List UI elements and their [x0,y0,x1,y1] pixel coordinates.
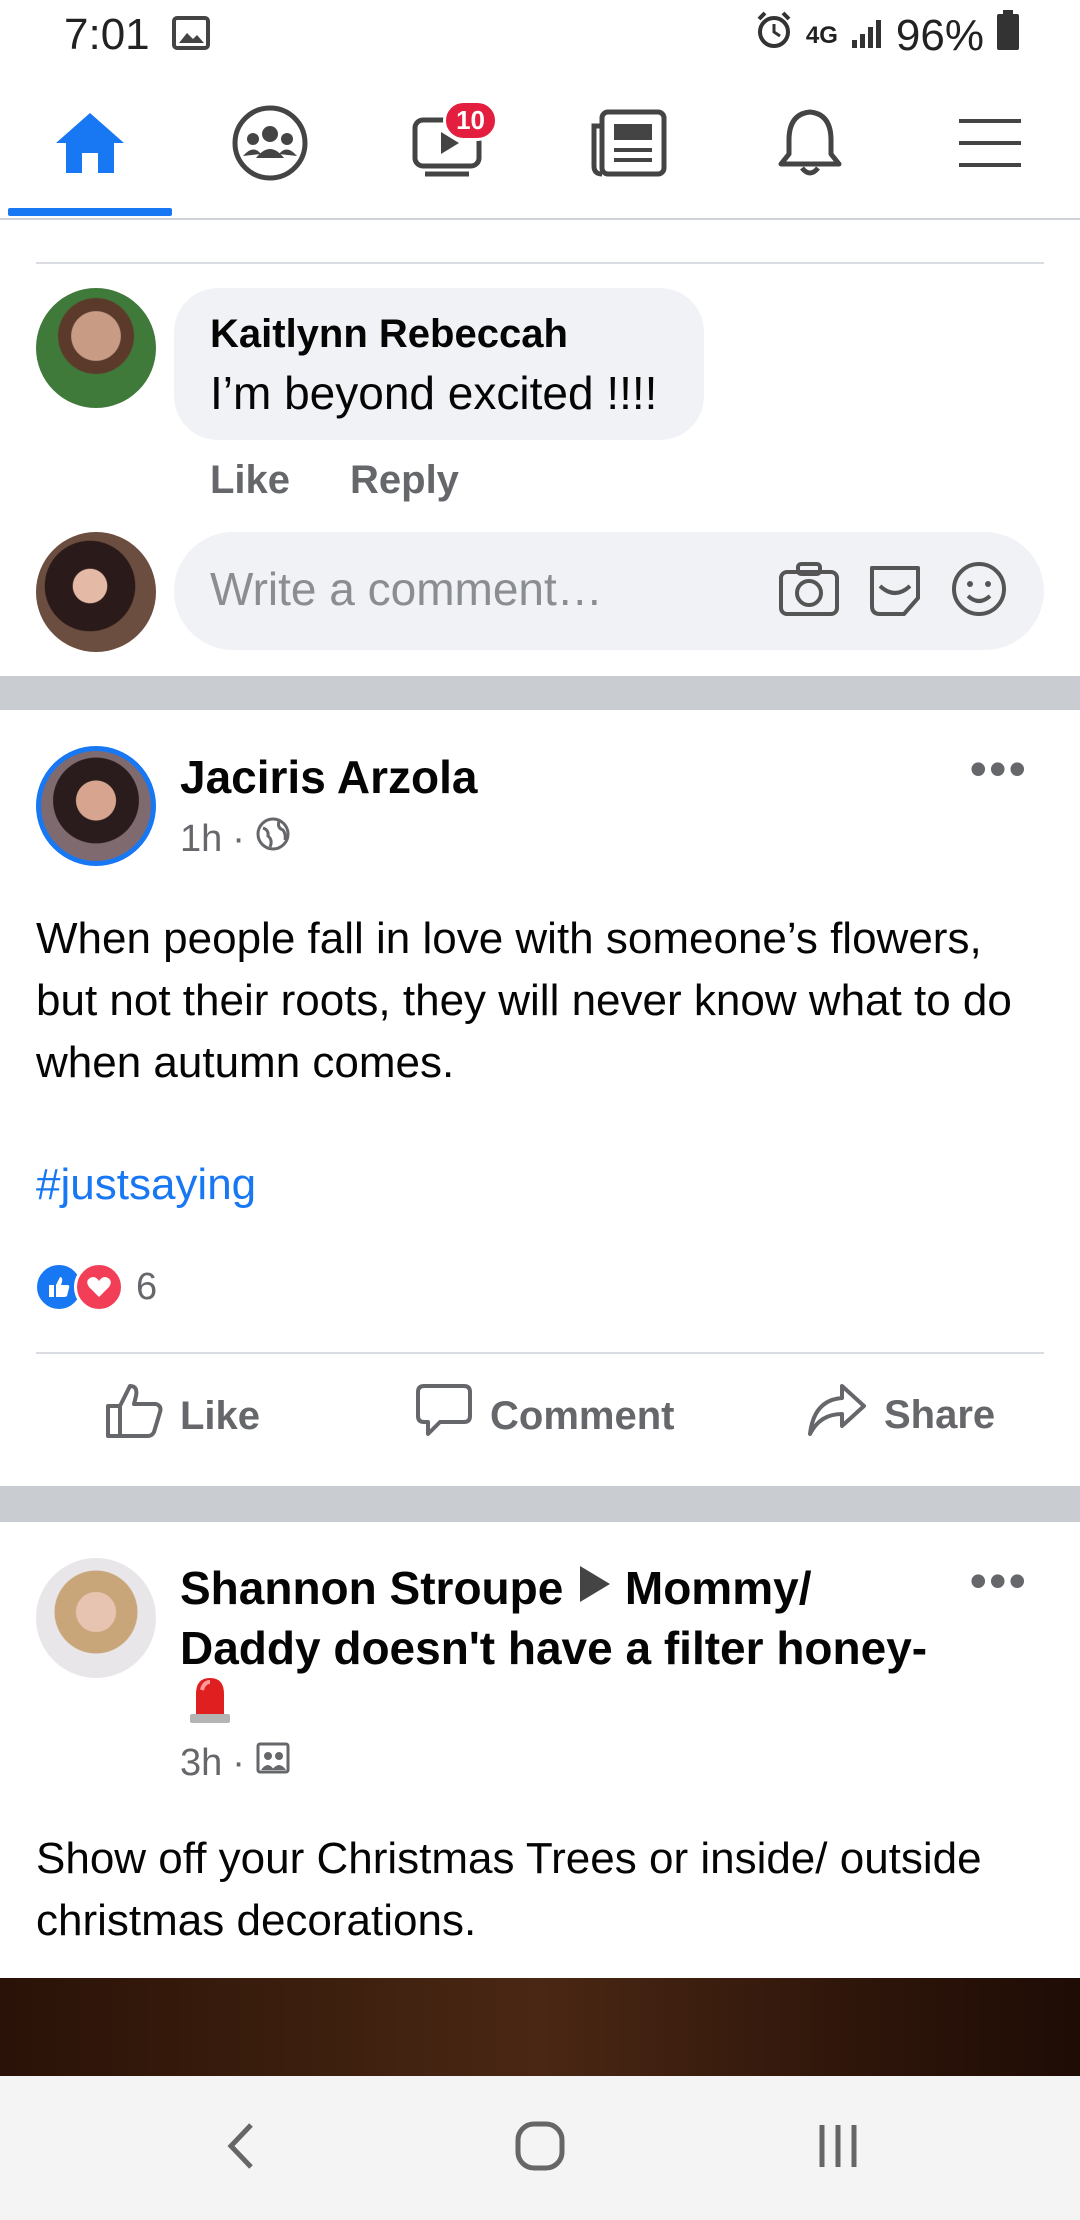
post-author-avatar[interactable] [36,1558,156,1678]
reactions-summary[interactable]: 6 [34,1262,157,1312]
emoji-icon[interactable] [950,560,1008,623]
comment-tools [778,560,1008,623]
back-button[interactable] [210,2116,270,2180]
divider [36,1352,1044,1354]
post-author-name[interactable]: Shannon Stroupe [180,1562,563,1614]
post-photo[interactable] [0,1978,1080,2078]
post-comment-button[interactable]: Comment [414,1382,674,1450]
system-nav-bar [0,2076,1080,2220]
battery-percent: 96% [895,10,984,60]
back-icon [225,2121,255,2176]
post-header: Shannon Stroupe Mommy/ Daddy doesn't hav… [180,1558,940,1678]
gallery-notification-icon [172,16,210,55]
groups-icon [231,104,309,187]
tab-watch[interactable]: 10 [400,100,500,190]
write-comment-input[interactable]: Write a comment… [174,532,1044,650]
sticker-icon[interactable] [864,560,926,623]
meta-dot: · [232,1741,245,1784]
arrow-right-icon [576,1562,625,1614]
status-bar: 7:01 4G 96% [0,0,1080,72]
status-right: 4G 96% [754,10,1020,61]
comment-placeholder: Write a comment… [210,563,603,615]
love-reaction-icon [74,1262,124,1312]
home-icon [52,109,128,182]
comment-icon [414,1382,474,1450]
reaction-count: 6 [136,1265,158,1308]
alarm-icon [754,10,794,61]
globe-icon [255,816,291,862]
top-nav-bar: 10 [0,72,1080,220]
newspaper-icon [588,108,668,183]
camera-icon[interactable] [778,560,840,623]
tab-menu[interactable] [940,100,1040,190]
post-author-avatar[interactable] [36,746,156,866]
divider [36,262,1044,264]
tab-home[interactable] [40,100,140,190]
comment-bubble: Kaitlynn Rebeccah I’m beyond excited !!!… [174,288,704,440]
post-meta: 1h · [180,816,291,862]
recents-icon [813,2121,863,2176]
post-text: When people fall in love with someone’s … [36,914,1012,1087]
group-privacy-icon [255,1740,291,1786]
bell-icon [775,106,845,185]
post-hashtag[interactable]: #justsaying [36,1160,256,1210]
comment-author[interactable]: Kaitlynn Rebeccah [210,312,568,357]
post-time[interactable]: 1h [180,818,222,861]
battery-icon [996,10,1020,61]
share-icon [806,1382,868,1448]
status-time: 7:01 [64,10,150,59]
comment-label: Comment [490,1393,675,1438]
post-more-button[interactable]: ••• [969,740,1028,798]
watch-badge: 10 [443,100,498,141]
post-share-button[interactable]: Share [806,1382,995,1448]
post-meta: 3h · [180,1740,291,1786]
post-more-button[interactable]: ••• [969,1552,1028,1610]
home-circle-icon [514,2120,566,2177]
hamburger-icon [955,113,1025,178]
feed-separator [0,676,1080,710]
post-time[interactable]: 3h [180,1742,222,1785]
network-type: 4G [805,21,838,49]
recents-button[interactable] [808,2116,868,2180]
current-user-avatar [36,532,156,652]
comment-reply-button[interactable]: Reply [350,458,459,503]
meta-dot: · [232,817,245,860]
tab-news[interactable] [578,100,678,190]
share-label: Share [884,1392,996,1437]
comment-like-button[interactable]: Like [210,458,290,503]
commenter-avatar[interactable] [36,288,156,408]
siren-emoji [186,1672,234,1731]
post-text: Show off your Christmas Trees or inside/… [36,1834,982,1945]
network-indicator: 4G [805,21,838,49]
post-like-button[interactable]: Like [104,1382,260,1450]
active-tab-indicator [8,208,172,216]
comment-text: I’m beyond excited !!!! [210,367,658,419]
home-button[interactable] [505,2116,575,2180]
like-label: Like [180,1393,261,1438]
tab-notifications[interactable] [760,100,860,190]
post-author-name[interactable]: Jaciris Arzola [180,750,477,804]
thumbs-up-icon [104,1382,164,1450]
feed-separator [0,1486,1080,1522]
signal-icon [850,11,884,61]
tab-groups[interactable] [220,100,320,190]
